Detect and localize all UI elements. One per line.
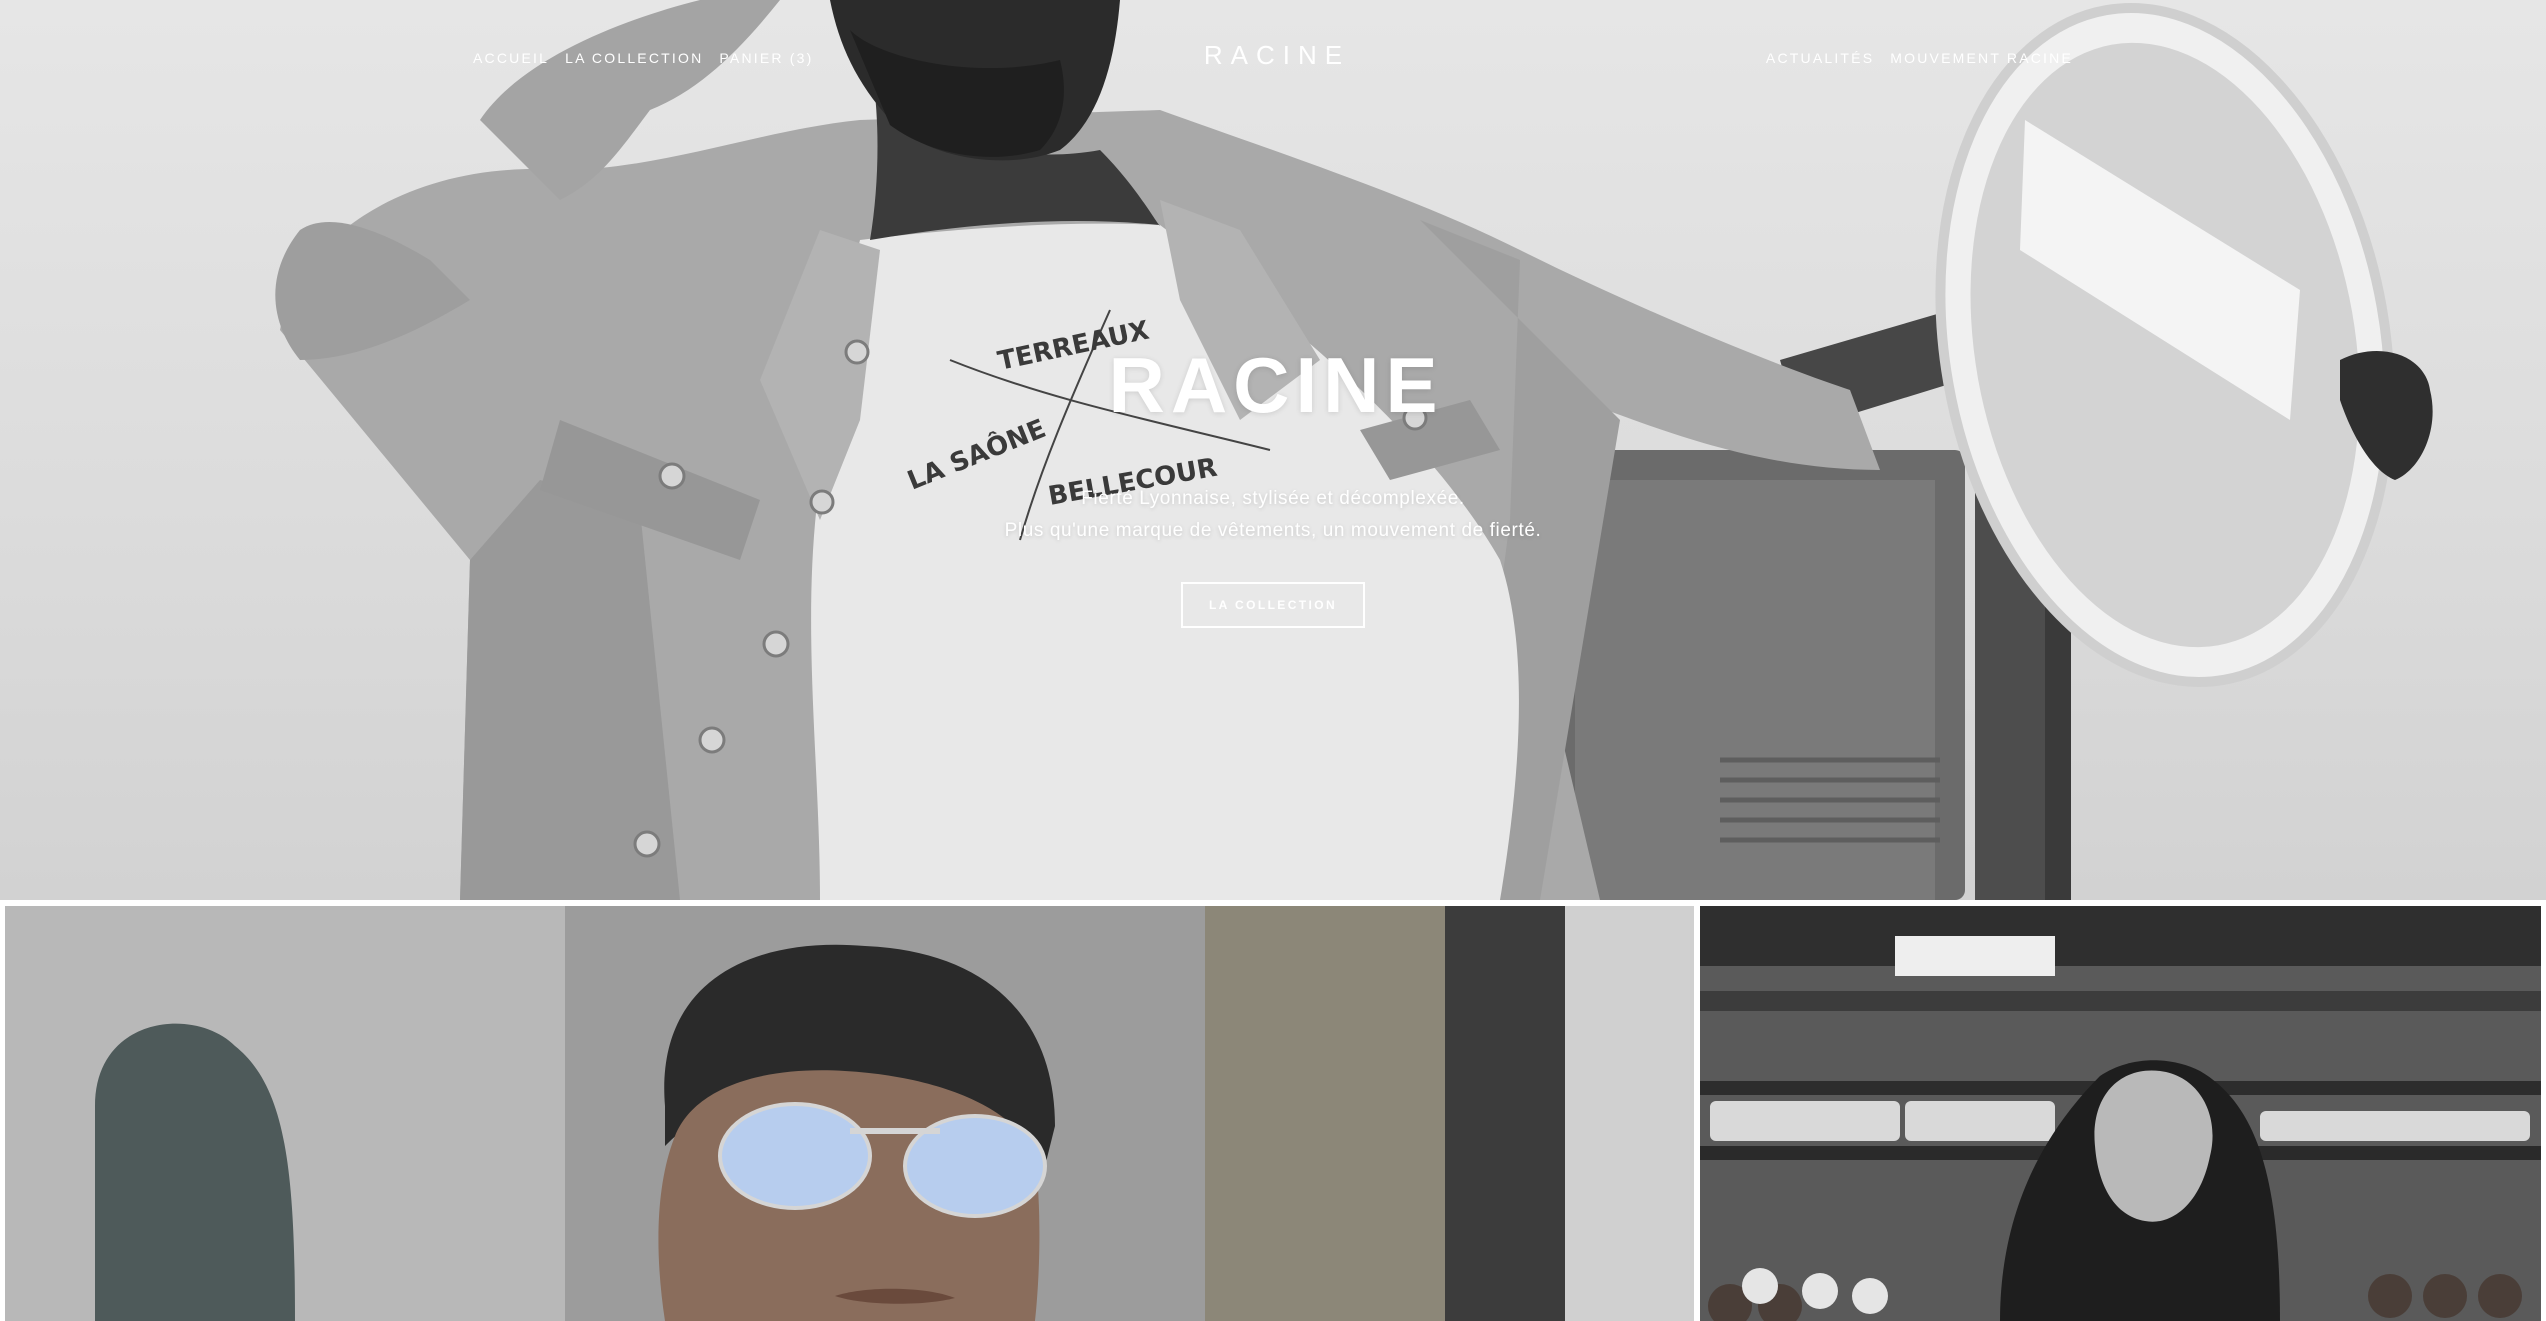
woman-in-bakery-photo[interactable] xyxy=(1700,906,2541,1321)
hero-subtitle-line-1: Fierté Lyonnaise, stylisée et décomplexé… xyxy=(1081,488,1465,509)
man-with-sunglasses-photo[interactable] xyxy=(5,906,1694,1321)
man-with-sunglasses-image xyxy=(5,906,1694,1321)
hero-banner: TERREAUX LA SAÔNE BELLECOUR ACCUEIL LA C… xyxy=(0,0,2546,900)
page: TERREAUX LA SAÔNE BELLECOUR ACCUEIL LA C… xyxy=(0,0,2546,1321)
hero-subtitle: Fierté Lyonnaise, stylisée et décomplexé… xyxy=(0,483,2546,547)
woman-in-bakery-image xyxy=(1700,906,2541,1321)
nav-link-actualites[interactable]: ACTUALITÉS xyxy=(1766,50,1874,66)
hero-title: RACINE xyxy=(1108,341,1444,429)
hero-content: RACINE Fierté Lyonnaise, stylisée et déc… xyxy=(0,335,2546,628)
site-logo[interactable]: RACINE xyxy=(0,40,2546,71)
la-collection-button[interactable]: LA COLLECTION xyxy=(1180,582,1366,628)
hero-subtitle-line-2: Plus qu'une marque de vêtements, un mouv… xyxy=(1004,520,1542,541)
nav-link-mouvement-racine[interactable]: MOUVEMENT RACINE xyxy=(1890,50,2073,66)
main-nav-right: ACTUALITÉS MOUVEMENT RACINE xyxy=(1766,50,2073,66)
